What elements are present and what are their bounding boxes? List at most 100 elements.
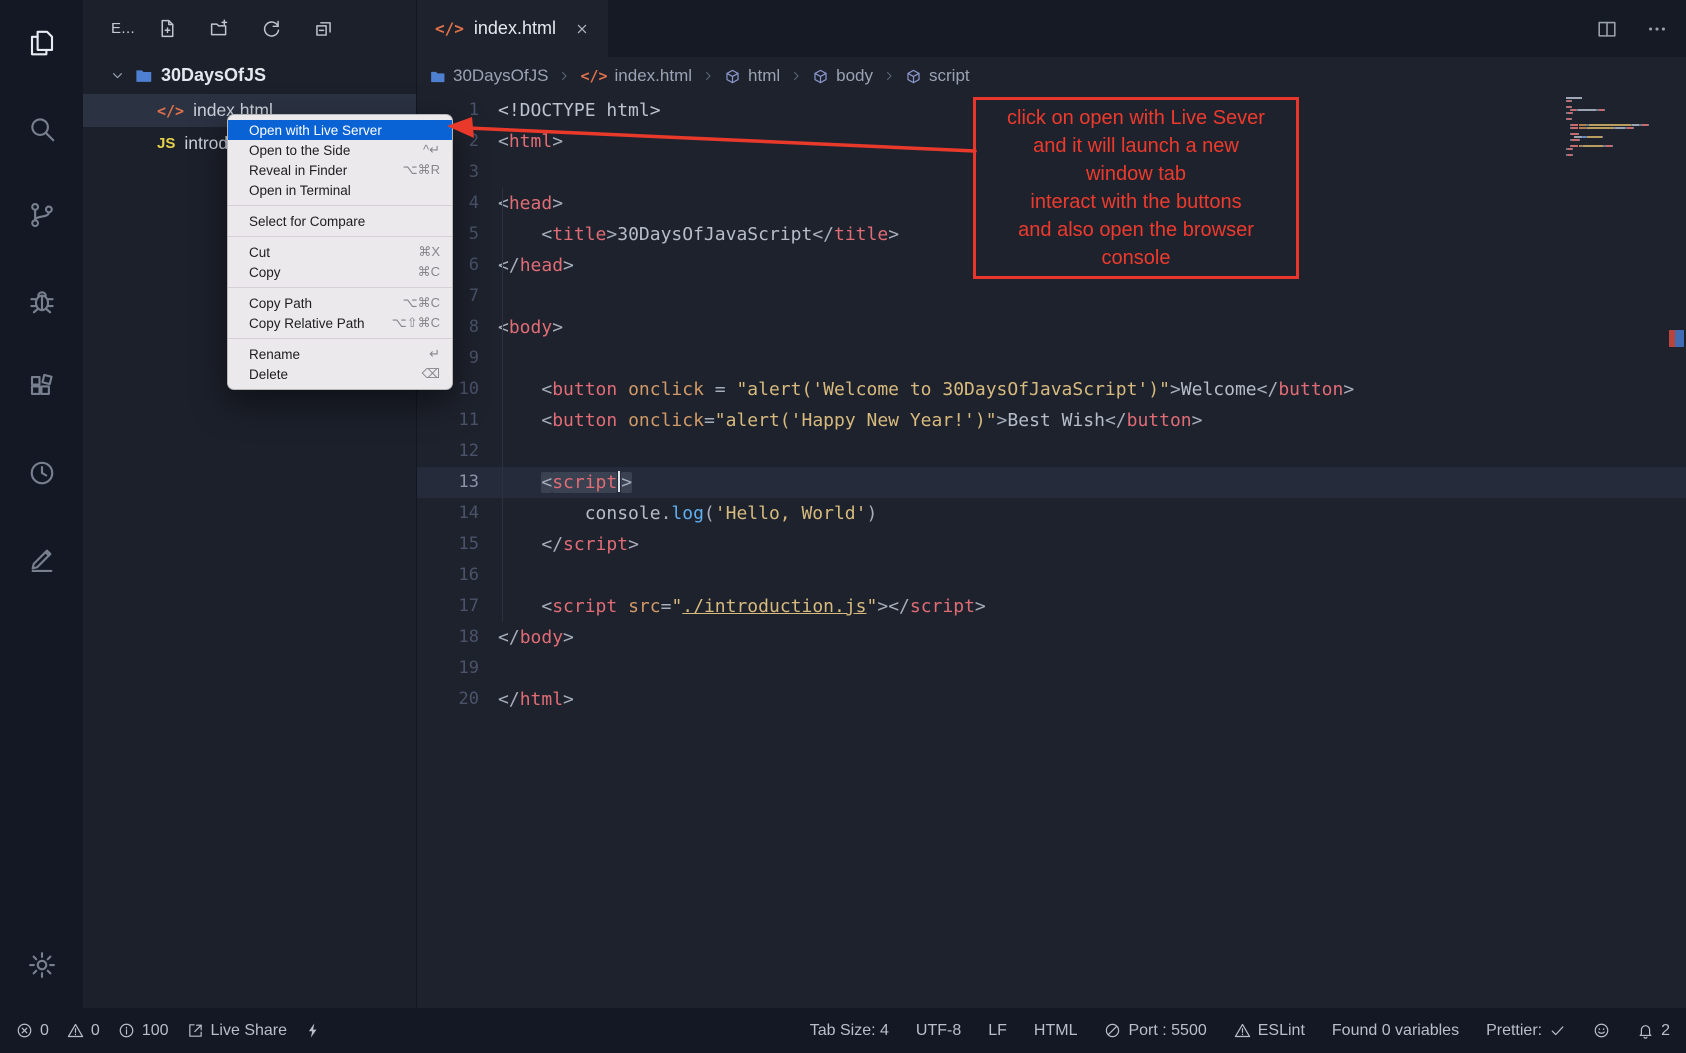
minimap[interactable] xyxy=(1566,97,1658,157)
breadcrumb-label: index.html xyxy=(615,66,692,86)
line-number: 19 xyxy=(417,653,479,684)
menu-item-select-for-compare[interactable]: Select for Compare xyxy=(228,211,452,231)
menu-item-copy-path[interactable]: Copy Path⌥⌘C xyxy=(228,293,452,313)
bolt-indicator[interactable] xyxy=(305,1022,322,1039)
explorer-icon[interactable] xyxy=(0,0,83,86)
problems-errors[interactable]: 0 xyxy=(16,1022,49,1040)
indent-guide xyxy=(502,188,503,622)
menu-separator xyxy=(228,236,452,237)
status-label: ESLint xyxy=(1258,1022,1305,1040)
menu-item-copy[interactable]: Copy⌘C xyxy=(228,262,452,282)
settings-icon[interactable] xyxy=(0,922,83,1008)
code-text: <button onclick = "alert('Welcome to 30D… xyxy=(479,374,1354,405)
breadcrumb-index-html[interactable]: </>index.html xyxy=(580,66,692,86)
code-text: <title>30DaysOfJavaScript</title> xyxy=(479,219,899,250)
breadcrumb-body[interactable]: body xyxy=(812,66,873,86)
live-server-port[interactable]: Port : 5500 xyxy=(1104,1022,1206,1040)
menu-shortcut: ⌫ xyxy=(422,366,440,382)
menu-item-copy-relative-path[interactable]: Copy Relative Path⌥⇧⌘C xyxy=(228,313,452,333)
folder-row-30daysofjs[interactable]: 30DaysOfJS xyxy=(83,57,416,94)
live-share[interactable]: Live Share xyxy=(187,1022,288,1040)
line-number: 18 xyxy=(417,622,479,653)
menu-item-label: Open to the Side xyxy=(249,143,350,158)
chevron-right-icon xyxy=(789,69,803,83)
menu-item-delete[interactable]: Delete⌫ xyxy=(228,364,452,384)
source-control-icon[interactable] xyxy=(0,172,83,258)
code-line-19[interactable]: 19 xyxy=(417,653,1686,684)
minimap-line xyxy=(1566,100,1658,102)
line-number: 15 xyxy=(417,529,479,560)
code-line-18[interactable]: 18</body> xyxy=(417,622,1686,653)
code-text: <!DOCTYPE html> xyxy=(479,95,661,126)
breadcrumb-30daysofjs[interactable]: 30DaysOfJS xyxy=(429,66,548,86)
status-bar-right: Tab Size: 4 UTF-8 LF HTML Port : 5500 ESLint F… xyxy=(810,1022,1670,1040)
code-line-17[interactable]: 17 <script src="./introduction.js"></scr… xyxy=(417,591,1686,622)
info-count[interactable]: 100 xyxy=(118,1022,169,1040)
cube-icon xyxy=(905,68,922,85)
code-text: console.log('Hello, World') xyxy=(479,498,877,529)
folder-icon xyxy=(134,66,153,85)
eol-indicator[interactable]: LF xyxy=(988,1022,1007,1040)
code-line-7[interactable]: 7 xyxy=(417,281,1686,312)
collapse-folders-button[interactable] xyxy=(313,18,334,39)
line-number: 20 xyxy=(417,684,479,715)
code-line-16[interactable]: 16 xyxy=(417,560,1686,591)
tab-index-html[interactable]: </> index.html xyxy=(417,0,608,57)
breadcrumb-script[interactable]: script xyxy=(905,66,970,86)
menu-item-open-with-live-server[interactable]: Open with Live Server xyxy=(228,120,452,140)
tab-size-indicator[interactable]: Tab Size: 4 xyxy=(810,1022,889,1040)
status-label: 0 xyxy=(40,1022,49,1040)
breadcrumb-html[interactable]: html xyxy=(724,66,780,86)
code-line-9[interactable]: 9 xyxy=(417,343,1686,374)
extensions-icon[interactable] xyxy=(0,344,83,430)
code-line-11[interactable]: 11 <button onclick="alert('Happy New Yea… xyxy=(417,405,1686,436)
tab-close-icon[interactable] xyxy=(574,21,590,37)
search-icon[interactable] xyxy=(0,86,83,172)
code-line-13[interactable]: 13 <script> xyxy=(417,467,1686,498)
minimap-line xyxy=(1566,139,1658,141)
tab-bar: </> index.html xyxy=(417,0,1686,57)
annotation-text: console xyxy=(982,244,1290,272)
refresh-explorer-button[interactable] xyxy=(261,18,282,39)
chevron-down-icon xyxy=(109,67,126,84)
menu-item-open-to-the-side[interactable]: Open to the Side^↵ xyxy=(228,140,452,160)
menu-item-cut[interactable]: Cut⌘X xyxy=(228,242,452,262)
code-text: <button onclick="alert('Happy New Year!'… xyxy=(479,405,1203,436)
run-debug-icon[interactable] xyxy=(0,258,83,344)
language-indicator[interactable]: HTML xyxy=(1034,1022,1078,1040)
eslint-status[interactable]: ESLint xyxy=(1234,1022,1305,1040)
code-line-15[interactable]: 15 </script> xyxy=(417,529,1686,560)
code-text: <html> xyxy=(479,126,563,157)
explorer-title: E... xyxy=(111,20,135,37)
more-actions-button[interactable] xyxy=(1646,18,1668,40)
variables-count[interactable]: Found 0 variables xyxy=(1332,1022,1459,1040)
code-line-12[interactable]: 12 xyxy=(417,436,1686,467)
code-text: </html> xyxy=(479,684,574,715)
problems-warnings[interactable]: 0 xyxy=(67,1022,100,1040)
tab-label: index.html xyxy=(474,18,556,39)
code-line-14[interactable]: 14 console.log('Hello, World') xyxy=(417,498,1686,529)
feedback-smiley[interactable] xyxy=(1593,1022,1610,1039)
notifications-bell[interactable]: 2 xyxy=(1637,1022,1670,1040)
feedback-icon[interactable] xyxy=(0,516,83,602)
line-number: 11 xyxy=(417,405,479,436)
code-line-20[interactable]: 20</html> xyxy=(417,684,1686,715)
minimap-line xyxy=(1566,136,1658,138)
prettier-status[interactable]: Prettier: xyxy=(1486,1022,1566,1040)
new-folder-button[interactable] xyxy=(209,18,230,39)
breadcrumb-label: script xyxy=(929,66,970,86)
code-line-10[interactable]: 10 <button onclick = "alert('Welcome to … xyxy=(417,374,1686,405)
code-text: </body> xyxy=(479,622,574,653)
menu-item-rename[interactable]: Rename↵ xyxy=(228,344,452,364)
split-editor-button[interactable] xyxy=(1596,18,1618,40)
activity-bar-top xyxy=(0,0,83,602)
history-icon[interactable] xyxy=(0,430,83,516)
menu-item-open-in-terminal[interactable]: Open in Terminal xyxy=(228,180,452,200)
folder-icon xyxy=(429,68,446,85)
menu-item-label: Rename xyxy=(249,347,300,362)
encoding-indicator[interactable]: UTF-8 xyxy=(916,1022,961,1040)
menu-item-label: Copy Relative Path xyxy=(249,316,365,331)
menu-item-reveal-in-finder[interactable]: Reveal in Finder⌥⌘R xyxy=(228,160,452,180)
new-file-button[interactable] xyxy=(157,18,178,39)
code-line-8[interactable]: 8<body> xyxy=(417,312,1686,343)
